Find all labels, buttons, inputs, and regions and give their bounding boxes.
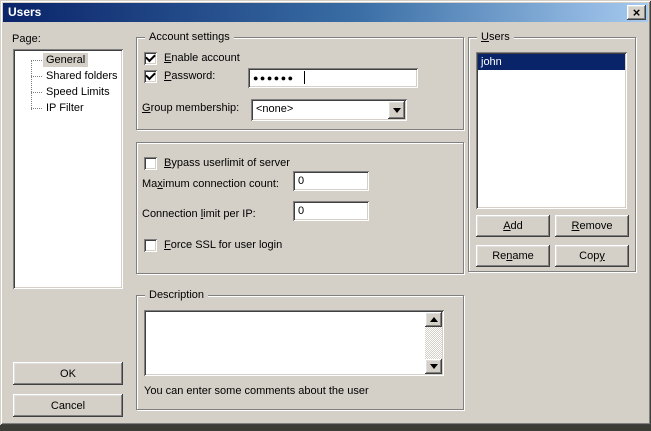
tree-item[interactable]: Speed Limits [15, 84, 121, 100]
group-membership-select[interactable]: <none> [251, 99, 407, 121]
bypass-userlimit-label: Bypass userlimit of server [164, 157, 290, 170]
description-textarea[interactable] [144, 310, 444, 376]
titlebar[interactable]: Users × [3, 3, 648, 22]
copy-button[interactable]: Copy [555, 245, 629, 267]
password-value: ●●●●●● [253, 72, 295, 85]
remove-button[interactable]: Remove [555, 215, 629, 237]
limits-group: Bypass userlimit of server Maximum conne… [136, 142, 464, 274]
text-caret [304, 71, 305, 84]
enable-account-checkbox[interactable] [144, 52, 157, 65]
triangle-up-icon [430, 317, 438, 322]
tree-item-label: IP Filter [43, 101, 87, 115]
max-connection-count-input[interactable]: 0 [293, 171, 369, 191]
description-hint: You can enter some comments about the us… [144, 385, 369, 398]
group-membership-value: <none> [256, 103, 293, 116]
group-membership-label: Group membership: [142, 102, 239, 115]
tree-item-label: General [43, 53, 88, 67]
users-group-title: Users [477, 31, 514, 44]
users-list[interactable]: john [476, 52, 627, 209]
password-label: Password: [164, 70, 215, 83]
tree-item-label: Speed Limits [43, 85, 113, 99]
enable-account-label: Enable account [164, 52, 240, 65]
connection-limit-per-ip-value: 0 [298, 205, 304, 218]
rename-button[interactable]: Rename [476, 245, 550, 267]
add-button[interactable]: Add [476, 215, 550, 237]
tree-branch-icon [31, 92, 42, 93]
scroll-down-button[interactable] [425, 359, 442, 374]
password-input[interactable]: ●●●●●● [248, 68, 418, 88]
account-settings-title: Account settings [145, 31, 234, 44]
tree-branch-icon [31, 76, 42, 77]
cancel-button[interactable]: Cancel [13, 394, 123, 417]
bypass-userlimit-checkbox[interactable] [144, 157, 157, 170]
tree-branch-icon [31, 108, 42, 109]
checkmark-icon [145, 69, 156, 80]
description-value [148, 313, 422, 373]
chevron-down-icon [393, 108, 401, 113]
connection-limit-per-ip-label: Connection limit per IP: [142, 208, 256, 221]
tree-item[interactable]: Shared folders [15, 68, 121, 84]
triangle-down-icon [430, 364, 438, 369]
page-tree[interactable]: General Shared folders Speed Limits IP F… [13, 49, 123, 289]
connection-limit-per-ip-input[interactable]: 0 [293, 201, 369, 221]
tree-branch-icon [31, 60, 42, 61]
scroll-up-button[interactable] [425, 312, 442, 327]
ok-button[interactable]: OK [13, 362, 123, 385]
tree-item-label: Shared folders [43, 69, 121, 83]
window-title: Users [8, 3, 41, 22]
tree-item[interactable]: IP Filter [15, 100, 121, 116]
users-dialog: Users × Page: General Shared folders Spe… [0, 0, 651, 425]
dropdown-button[interactable] [388, 101, 405, 119]
max-connection-count-label: Maximum connection count: [142, 178, 279, 191]
description-scrollbar[interactable] [425, 312, 442, 374]
force-ssl-label: Force SSL for user login [164, 239, 282, 252]
page-label: Page: [12, 33, 41, 46]
close-button[interactable]: × [627, 5, 646, 20]
tree-item[interactable]: General [15, 52, 121, 68]
password-checkbox[interactable] [144, 70, 157, 83]
checkmark-icon [145, 51, 156, 62]
users-group: Users john Add Remove Rename Copy [468, 37, 636, 272]
force-ssl-checkbox[interactable] [144, 239, 157, 252]
max-connection-count-value: 0 [298, 175, 304, 188]
user-list-item[interactable]: john [478, 54, 625, 70]
account-settings-group: Account settings Enable account Password… [136, 37, 464, 130]
close-icon: × [633, 7, 641, 18]
description-group: Description You can enter some comments … [136, 295, 464, 410]
description-title: Description [145, 289, 208, 302]
